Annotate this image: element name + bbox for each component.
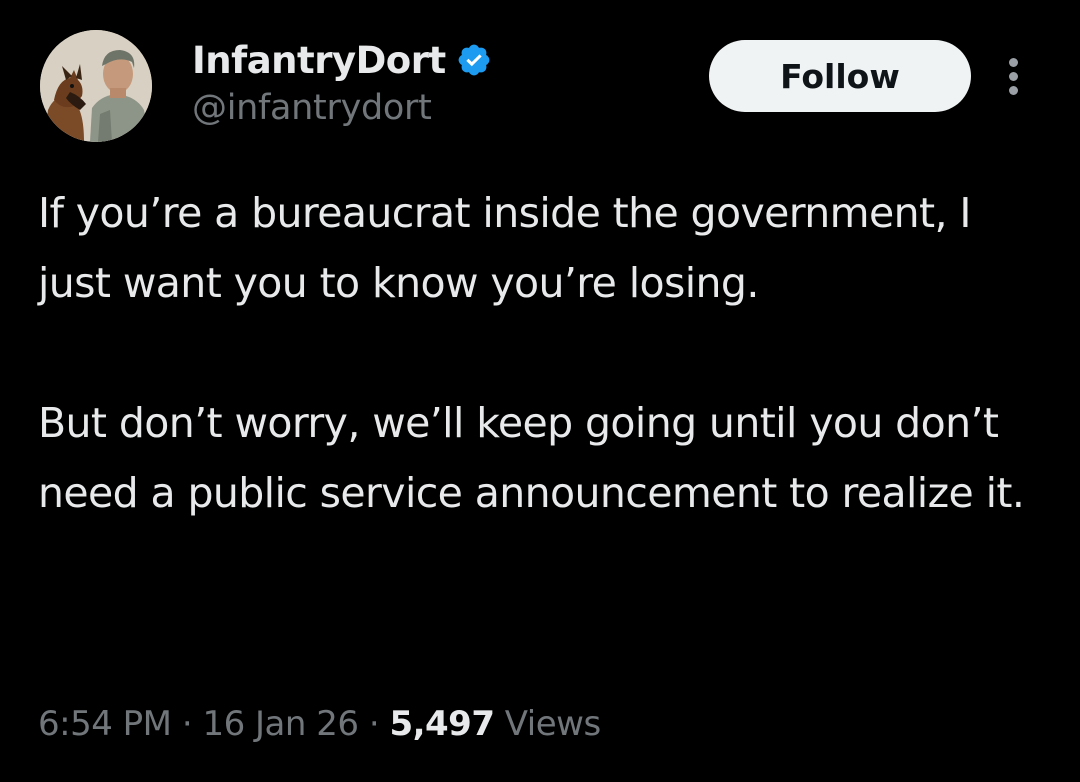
views-count[interactable]: 5,497	[389, 704, 495, 744]
tweet-paragraph: But don’t worry, we’ll keep going until …	[38, 399, 1025, 517]
views-label: Views	[504, 704, 601, 744]
more-options-icon[interactable]	[1000, 56, 1026, 96]
tweet-meta: 6:54 PM · 16 Jan 26 · 5,497 Views	[38, 704, 601, 744]
tweet-card: InfantryDort @infantrydort Follow If you…	[0, 0, 1080, 782]
author-handle[interactable]: @infantrydort	[192, 88, 492, 128]
author-info: InfantryDort @infantrydort	[192, 34, 492, 128]
meta-separator: ·	[181, 704, 193, 744]
tweet-header: InfantryDort @infantrydort Follow	[40, 30, 1050, 150]
display-name[interactable]: InfantryDort	[192, 39, 446, 82]
display-name-row: InfantryDort	[192, 34, 492, 86]
meta-separator: ·	[368, 704, 380, 744]
tweet-text: If you’re a bureaucrat inside the govern…	[38, 178, 1048, 528]
verified-badge-icon[interactable]	[456, 42, 492, 78]
tweet-time[interactable]: 6:54 PM	[38, 704, 172, 744]
follow-button[interactable]: Follow	[709, 40, 971, 112]
tweet-date[interactable]: 16 Jan 26	[202, 704, 359, 744]
tweet-paragraph: If you’re a bureaucrat inside the govern…	[38, 189, 971, 307]
avatar[interactable]	[40, 30, 152, 142]
avatar-image	[40, 30, 152, 142]
